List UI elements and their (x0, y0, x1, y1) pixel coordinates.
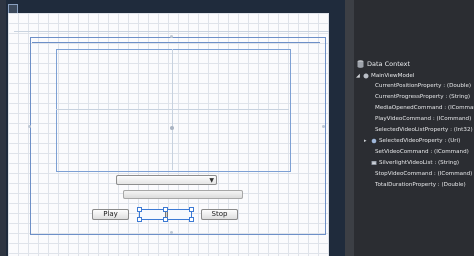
tree-item[interactable]: StopVideoCommand : (ICommand) (354, 169, 474, 179)
grid-guide-line (14, 31, 329, 32)
progress-bar (123, 190, 243, 199)
tree-item-label: SelectedVideoProperty : (Uri) (379, 138, 461, 144)
object-icon (363, 73, 369, 79)
tree-item-label: MainViewModel (371, 73, 415, 79)
panel-splitter[interactable] (345, 0, 354, 256)
media-element[interactable] (56, 49, 291, 172)
tree-item[interactable]: CurrentPositionProperty : (Double) (354, 81, 474, 91)
tree-item-label: TotalDurationProperty : (Double) (375, 182, 466, 188)
grid-grip-right[interactable] (322, 125, 325, 128)
tree-item-label: SelectedVideoListProperty : (Int32) (375, 127, 473, 133)
tree-item[interactable]: CurrentProgressProperty : (String) (354, 92, 474, 102)
chevron-down-icon[interactable]: ▼ (209, 177, 214, 185)
designer-surface: ▼ Play Stop (0, 0, 345, 256)
tree-item-label: StopVideoCommand : (ICommand) (375, 171, 473, 177)
designer-left-strip (0, 0, 6, 256)
selection-handle[interactable] (163, 207, 168, 212)
database-icon (357, 60, 364, 68)
selection-handle[interactable] (163, 217, 168, 222)
stop-button[interactable]: Stop (201, 209, 238, 220)
grid-grip-left[interactable] (28, 125, 31, 128)
tree-item[interactable]: PlayVideoCommand : (ICommand) (354, 114, 474, 124)
tree-item[interactable]: MediaOpenedCommand : (ICommand) (354, 103, 474, 113)
selection-handle[interactable] (189, 207, 194, 212)
media-center-guide-v (172, 49, 173, 170)
tree-item[interactable]: ▸ SelectedVideoProperty : (Uri) (354, 136, 474, 146)
grid-grip-top[interactable] (170, 35, 173, 38)
tree-item[interactable]: SelectedVideoListProperty : (Int32) (354, 125, 474, 135)
tree-item[interactable]: SetVideoCommand : (ICommand) (354, 147, 474, 157)
tree-item-label: SetVideoCommand : (ICommand) (375, 149, 469, 155)
tree-item-label: CurrentProgressProperty : (String) (375, 94, 471, 100)
selection-handle[interactable] (137, 217, 142, 222)
collection-icon (371, 161, 377, 165)
expand-icon[interactable]: ▸ (364, 136, 367, 146)
data-context-header: Data Context (357, 59, 410, 69)
video-list-combobox[interactable]: ▼ (116, 175, 217, 185)
tree-item[interactable]: TotalDurationProperty : (Double) (354, 180, 474, 190)
data-context-panel: Data Context ◢ MainViewModel CurrentPosi… (354, 0, 474, 256)
design-canvas[interactable]: ▼ Play Stop (8, 13, 329, 256)
selection-handle[interactable] (137, 207, 142, 212)
position-slider[interactable] (137, 207, 194, 222)
media-center-marker (170, 126, 174, 130)
designer-scroll-gutter (330, 0, 345, 256)
tree-item-label: PlayVideoCommand : (ICommand) (375, 116, 472, 122)
selection-handle[interactable] (189, 217, 194, 222)
grid-grip-bottom[interactable] (170, 231, 173, 234)
tree-item-label: CurrentPositionProperty : (Double) (375, 83, 472, 89)
tree-item[interactable]: SilverlightVideoList : (String) (354, 158, 474, 168)
tree-item-root[interactable]: ◢ MainViewModel (354, 71, 474, 81)
collapse-icon[interactable]: ◢ (356, 71, 360, 81)
tree-item-label: MediaOpenedCommand : (ICommand) (375, 105, 474, 111)
play-button[interactable]: Play (92, 209, 129, 220)
tree-item-label: SilverlightVideoList : (String) (379, 160, 460, 166)
object-icon (371, 138, 377, 144)
data-context-title: Data Context (367, 60, 411, 68)
